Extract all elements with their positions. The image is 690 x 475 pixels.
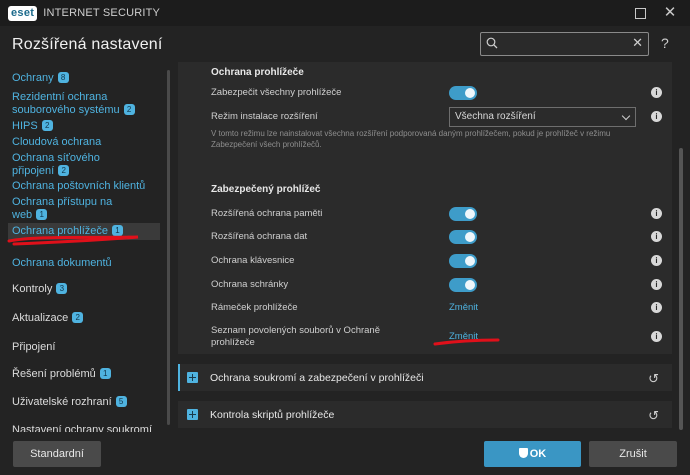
sidebar-item-ochrana-pristupu-na-web[interactable]: Ochrana přístupu na web 1	[12, 196, 127, 222]
section-heading-secure-browser: Zabezpečený prohlížeč	[211, 184, 321, 195]
sidebar-badge: 8	[57, 72, 69, 83]
chevron-down-icon	[621, 111, 631, 121]
sidebar-item-label: Ochrana přístupu na web	[12, 196, 113, 221]
sidebar-item-ochrana-dokumentu[interactable]: Ochrana dokumentů	[12, 257, 162, 270]
sidebar-item-label: HIPS	[12, 120, 38, 132]
sidebar-item-ochrany[interactable]: Ochrany 8	[12, 72, 162, 85]
sidebar-item-label: Nastavení ochrany soukromí	[12, 424, 153, 432]
secure-all-browsers-label: Zabezpečit všechny prohlížeče	[211, 87, 342, 98]
revert-icon[interactable]: ↺	[648, 408, 659, 424]
sidebar-item-label: Připojení	[12, 341, 56, 353]
sidebar-item-label: Aktualizace	[12, 312, 69, 324]
enhanced-data-protection-toggle[interactable]	[449, 230, 477, 244]
expand-plus-icon[interactable]	[187, 372, 198, 383]
section-heading-browser-protection: Ochrana prohlížeče	[211, 67, 304, 78]
sidebar-item-reseni-problemu[interactable]: Řešení problémů 1	[12, 368, 162, 381]
sidebar-item-ochrana-sitoveho-pripojeni[interactable]: Ochrana síťového připojení 2	[12, 152, 117, 178]
info-icon[interactable]: i	[651, 279, 662, 290]
close-icon[interactable]: ✕	[661, 4, 679, 22]
info-icon[interactable]: i	[651, 208, 662, 219]
sidebar-item-cloudova-ochrana[interactable]: Cloudová ochrana	[12, 136, 162, 149]
revert-icon[interactable]: ↺	[648, 371, 659, 387]
info-icon[interactable]: i	[651, 255, 662, 266]
sidebar-item-label: Kontroly	[12, 283, 53, 295]
install-mode-description: V tomto režimu lze nainstalovat všechna …	[211, 129, 611, 149]
sidebar-item-hips[interactable]: HIPS 2	[12, 120, 162, 133]
section-accent	[178, 364, 180, 391]
secure-all-browsers-toggle[interactable]	[449, 86, 477, 100]
sidebar-badge: 1	[99, 368, 111, 379]
sidebar-item-label: Cloudová ochrana	[12, 136, 102, 148]
sidebar-item-nastaveni-ochrany-soukromi[interactable]: Nastavení ochrany soukromí	[12, 424, 168, 432]
app-title: INTERNET SECURITY	[43, 7, 161, 19]
default-button[interactable]: Standardní	[13, 441, 101, 467]
ok-label: OK	[529, 448, 547, 460]
sidebar-item-aktualizace[interactable]: Aktualizace 2	[12, 312, 162, 325]
browser-protection-panel: Ochrana prohlížeče Zabezpečit všechny pr…	[178, 62, 672, 354]
info-icon[interactable]: i	[651, 111, 662, 122]
setting-label: Ochrana klávesnice	[211, 255, 295, 266]
enhanced-memory-protection-toggle[interactable]	[449, 207, 477, 221]
sidebar-badge: 2	[58, 165, 70, 176]
setting-label: Rozšířená ochrana paměti	[211, 208, 323, 219]
red-underline-annotation	[7, 235, 139, 246]
sidebar-badge: 2	[72, 312, 84, 323]
setting-label: Rozšířená ochrana dat	[211, 231, 308, 242]
setting-label: Seznam povolených souborů v Ochraně proh…	[211, 325, 380, 348]
info-icon[interactable]: i	[651, 331, 662, 342]
clipboard-protection-toggle[interactable]	[449, 278, 477, 292]
info-icon[interactable]: i	[651, 231, 662, 242]
section-label: Ochrana soukromí a zabezpečení v prohlíž…	[210, 372, 424, 384]
sidebar-item-label: Ochrana dokumentů	[12, 257, 112, 269]
maximize-icon[interactable]	[631, 4, 649, 22]
sidebar: Ochrany 8 Rezidentní ochrana souborového …	[0, 62, 168, 432]
sidebar-badge: 1	[36, 209, 48, 220]
red-underline-annotation	[433, 338, 500, 346]
expand-plus-icon[interactable]	[187, 409, 198, 420]
setting-label: Rámeček prohlížeče	[211, 302, 298, 313]
sidebar-item-label: Uživatelské rozhraní	[12, 396, 112, 408]
sidebar-item-uzivatelske-rozhrani[interactable]: Uživatelské rozhraní 5	[12, 396, 162, 409]
clear-search-icon[interactable]: ✕	[632, 35, 643, 51]
info-icon[interactable]: i	[651, 87, 662, 98]
install-mode-label: Režim instalace rozšíření	[211, 111, 318, 122]
sidebar-item-ochrana-postovnich-klientu[interactable]: Ochrana poštovních klientů	[12, 180, 167, 193]
setting-label: Ochrana schránky	[211, 279, 289, 290]
install-mode-value: Všechna rozšíření	[455, 111, 536, 122]
shield-icon	[518, 448, 528, 458]
search-icon	[486, 37, 498, 49]
sidebar-item-label: Ochrany	[12, 72, 54, 84]
sidebar-item-rezidentni-ochrana[interactable]: Rezidentní ochrana souborového systému 2	[12, 91, 142, 117]
sidebar-scrollbar[interactable]	[167, 70, 170, 425]
search-box[interactable]: ✕	[480, 32, 649, 56]
sidebar-badge: 2	[41, 120, 53, 131]
help-icon[interactable]: ?	[661, 35, 669, 51]
sidebar-item-pripojeni[interactable]: Připojení	[12, 341, 162, 354]
sidebar-item-kontroly[interactable]: Kontroly 3	[12, 283, 162, 296]
sidebar-item-label: Ochrana poštovních klientů	[12, 180, 146, 192]
ok-button[interactable]: OK	[484, 441, 581, 467]
keyboard-protection-toggle[interactable]	[449, 254, 477, 268]
content-scrollbar[interactable]	[679, 148, 683, 430]
eset-logo: eset	[8, 5, 38, 21]
browser-frame-change-link[interactable]: Změnit	[449, 302, 478, 313]
title-bar: eset INTERNET SECURITY ✕	[0, 0, 690, 26]
section-label: Kontrola skriptů prohlížeče	[210, 409, 335, 421]
info-icon[interactable]: i	[651, 302, 662, 313]
sidebar-item-label: Řešení problémů	[12, 368, 96, 380]
sidebar-item-label: Ochrana síťového připojení	[12, 152, 100, 177]
section-browser-script-scan[interactable]: Kontrola skriptů prohlížeče ↺	[178, 401, 672, 428]
install-mode-select[interactable]: Všechna rozšíření	[449, 107, 636, 127]
sidebar-badge: 5	[115, 396, 127, 407]
sidebar-badge: 2	[123, 104, 135, 115]
cancel-button[interactable]: Zrušit	[589, 441, 677, 467]
page-title: Rozšířená nastavení	[12, 36, 163, 53]
settings-content: Ochrana prohlížeče Zabezpečit všechny pr…	[178, 62, 672, 432]
sidebar-item-label: Rezidentní ochrana souborového systému	[12, 91, 120, 116]
sidebar-badge: 3	[56, 283, 68, 294]
section-privacy-security-browser[interactable]: Ochrana soukromí a zabezpečení v prohlíž…	[178, 364, 672, 391]
